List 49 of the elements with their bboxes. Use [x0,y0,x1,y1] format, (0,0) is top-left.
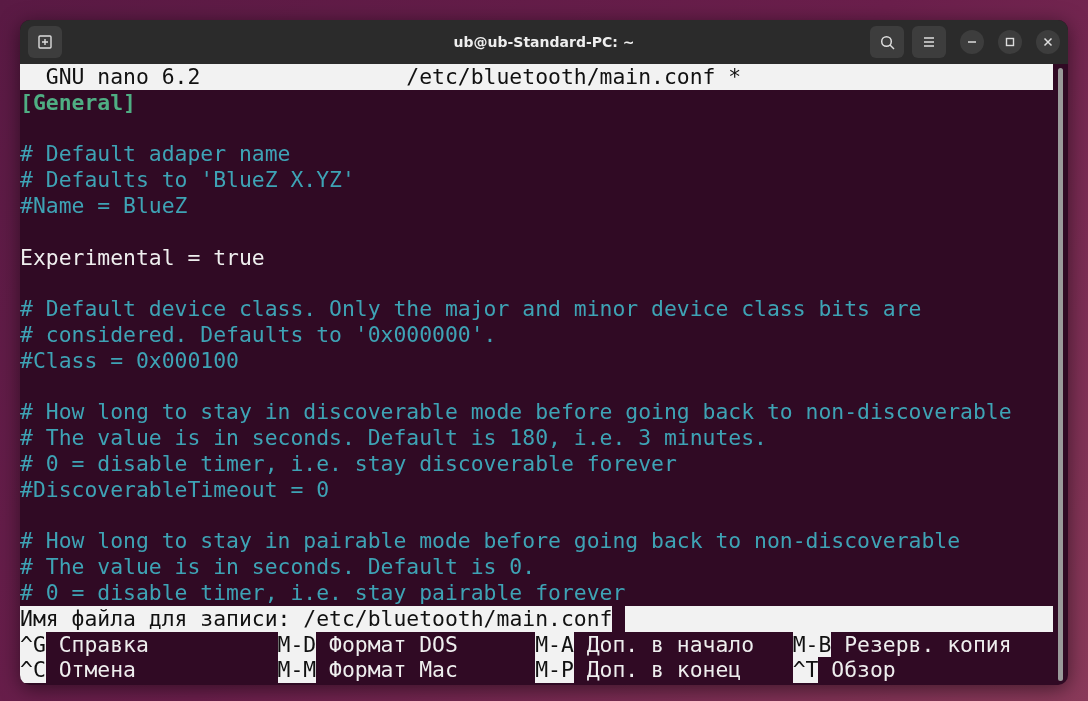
shortcut-label: Формат DOS [329,631,458,658]
code-line: #Class = 0x000100 [20,347,240,374]
prompt-label: Имя файла для записи: [20,605,291,632]
code-line: #DiscoverableTimeout = 0 [20,476,331,503]
shortcut-label: Доп. в конец [586,657,742,684]
code-line: # 0 = disable timer, i.e. stay pairable forever [20,579,627,606]
code-line: [General] [20,89,137,116]
menu-button[interactable] [912,26,946,58]
close-icon [1043,37,1053,47]
new-tab-button[interactable] [28,26,62,58]
code-line: #Name = BlueZ [20,193,189,219]
code-line: # Default device class. Only the major and minor device class bits are [20,296,923,322]
shortcut-key: M-M [277,657,317,684]
code-line: # The value is in seconds. Default is 0. [20,554,537,580]
code-line: # Defaults to 'BlueZ X.YZ' [20,167,356,193]
shortcut-key: M-B [792,631,832,658]
menu-icon [922,36,936,48]
code-line: # considered. Defaults to '0x000000'. [20,321,498,348]
shortcut-key: M-P [535,657,574,684]
code-line: # The value is in seconds. Default is 180, i.e. 3 minutes. [20,425,768,451]
shortcut-label: Резерв. копия [844,631,1012,658]
shortcut-key: ^T [792,657,819,684]
close-button[interactable] [1036,30,1060,54]
shortcut-label: Обзор [831,657,896,684]
window-title: ub@ub-Standard-PC: ~ [453,34,635,50]
editor-version: GNU nano 6.2 [44,64,202,90]
shortcut-key: ^C [20,657,46,684]
code-line: # Default adaper name [20,141,292,168]
shortcut-label: Формат Mac [329,657,458,684]
shortcut-key: M-D [277,631,317,658]
shortcut-label: Справка [58,631,149,658]
code-line: # 0 = disable timer, i.e. stay discoverable forever [20,450,678,477]
shortcut-key: M-A [535,631,574,658]
code-line: # How long to stay in discoverable mode before going back to non-discoverable [20,399,1013,426]
minimize-button[interactable] [960,30,984,54]
shortcut-label: Доп. в начало [586,631,755,658]
shortcut-label: Отмена [58,657,136,684]
code-line: # How long to stay in pairable mode before going back to non-discoverable [20,528,962,555]
minimize-icon [968,41,976,43]
file-name: /etc/bluetooth/main.conf * [406,64,742,90]
search-button[interactable] [870,26,904,58]
maximize-button[interactable] [998,30,1022,54]
prompt-input[interactable]: /etc/bluetooth/main.conf [303,605,613,632]
new-tab-icon [38,35,52,49]
code-line: Experimental = true [20,244,266,271]
maximize-icon [1005,37,1015,47]
shortcut-key: ^G [20,631,46,658]
search-icon [879,34,895,50]
scrollbar[interactable] [1058,68,1063,681]
